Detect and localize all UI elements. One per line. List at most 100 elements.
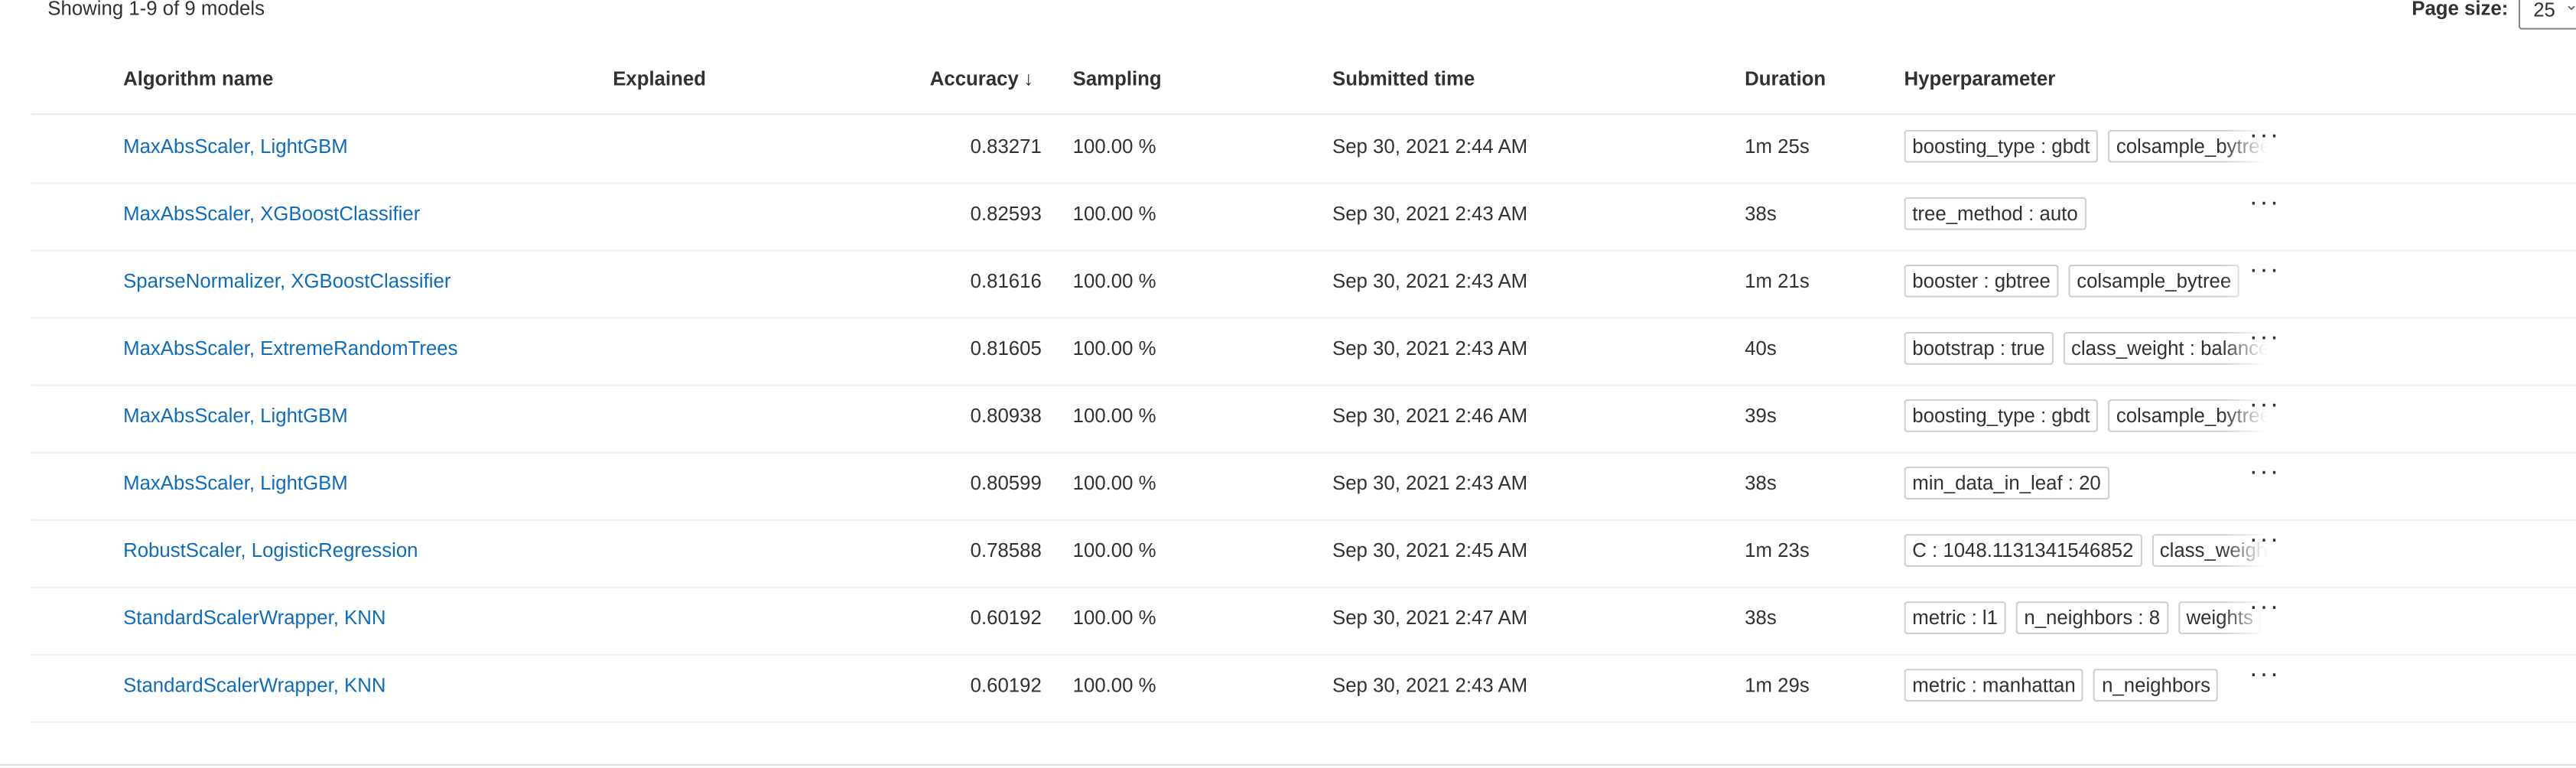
hyperparameter-chip: n_neighbors : 8 <box>2015 601 2168 635</box>
submitted-time-value: Sep 30, 2021 2:44 AM <box>1332 135 1528 158</box>
hyperparameter-chip: boosting_type : gbdt <box>1904 399 2099 432</box>
more-options-icon[interactable]: ··· <box>2249 122 2281 151</box>
table-header: Algorithm name Explained Accuracy ↓ Sampl… <box>31 51 2576 116</box>
sampling-value: 100.00 % <box>1072 606 1156 630</box>
accuracy-value: 0.83271 <box>970 135 1042 158</box>
duration-value: 1m 29s <box>1745 673 1810 697</box>
column-header-submitted-time[interactable]: Submitted time <box>1332 67 1475 90</box>
hyperparameter-chip: metric : manhattan <box>1904 669 2084 702</box>
algorithm-name-link[interactable]: RobustScaler, LogisticRegression <box>123 539 418 562</box>
hyperparameter-chip: C : 1048.1131341546852 <box>1904 534 2142 568</box>
column-header-accuracy[interactable]: Accuracy ↓ <box>930 67 1033 90</box>
more-options-icon[interactable]: ··· <box>2249 593 2281 623</box>
algorithm-name-link[interactable]: StandardScalerWrapper, KNN <box>123 674 385 697</box>
submitted-time-value: Sep 30, 2021 2:45 AM <box>1332 539 1528 562</box>
chevron-down-icon[interactable]: ⌄ <box>2565 0 2576 15</box>
sampling-value: 100.00 % <box>1072 337 1156 360</box>
accuracy-value: 0.80938 <box>970 404 1042 428</box>
table-row[interactable]: StandardScalerWrapper, KNN 0.60192 100.00 … <box>31 587 2576 656</box>
hyperparameter-chip: boosting_type : gbdt <box>1904 129 2099 163</box>
table-row[interactable]: StandardScalerWrapper, KNN 0.60192 100.00 … <box>31 654 2576 724</box>
more-options-icon[interactable]: ··· <box>2249 256 2281 286</box>
accuracy-value: 0.82593 <box>970 202 1042 226</box>
submitted-time-value: Sep 30, 2021 2:43 AM <box>1332 202 1528 226</box>
algorithm-name-link[interactable]: MaxAbsScaler, XGBoostClassifier <box>123 202 420 225</box>
hyperparameter-chip: booster : gbtree <box>1904 264 2059 298</box>
duration-value: 38s <box>1745 606 1777 630</box>
hyperparameter-chips: min_data_in_leaf : 20 <box>1904 467 2266 503</box>
hyperparameter-chips: booster : gbtree colsample_bytree <box>1904 264 2266 301</box>
duration-value: 38s <box>1745 471 1777 495</box>
algorithm-name-link[interactable]: MaxAbsScaler, ExtremeRandomTrees <box>123 337 457 360</box>
page-size-dropdown[interactable]: 25 ⌄ <box>2518 0 2576 30</box>
algorithm-name-link[interactable]: MaxAbsScaler, LightGBM <box>123 135 348 158</box>
table-row[interactable]: MaxAbsScaler, XGBoostClassifier 0.82593 10… <box>31 182 2576 252</box>
more-options-icon[interactable]: ··· <box>2249 660 2281 690</box>
submitted-time-value: Sep 30, 2021 2:47 AM <box>1332 606 1528 630</box>
hyperparameter-chips: bootstrap : true class_weight : balanced <box>1904 331 2266 369</box>
hyperparameter-chips: boosting_type : gbdt colsample_bytree <box>1904 129 2266 166</box>
sampling-value: 100.00 % <box>1072 539 1156 562</box>
column-header-algorithm[interactable]: Algorithm name <box>123 67 273 90</box>
accuracy-value: 0.81605 <box>970 337 1042 360</box>
algorithm-name-link[interactable]: MaxAbsScaler, LightGBM <box>123 471 348 494</box>
hyperparameter-chip: min_data_in_leaf : 20 <box>1904 467 2109 500</box>
table-row[interactable]: MaxAbsScaler, LightGBM 0.80938 100.00 % Sep… <box>31 385 2576 454</box>
algorithm-name-link[interactable]: MaxAbsScaler, LightGBM <box>123 404 348 427</box>
table-row[interactable]: SparseNormalizer, XGBoostClassifier 0.816… <box>31 249 2576 319</box>
sampling-value: 100.00 % <box>1072 202 1156 226</box>
hyperparameter-chip: colsample_bytree <box>2068 264 2239 298</box>
hyperparameter-chip: tree_method : auto <box>1904 197 2086 230</box>
accuracy-value: 0.60192 <box>970 673 1042 697</box>
list-toolbar: Showing 1-9 of 9 models Page size: 25 ⌄ <box>0 0 2576 40</box>
table-row[interactable]: MaxAbsScaler, ExtremeRandomTrees 0.81605 1… <box>31 317 2576 386</box>
hyperparameter-chips: tree_method : auto <box>1904 197 2266 234</box>
column-header-explained[interactable]: Explained <box>613 67 706 90</box>
sampling-value: 100.00 % <box>1072 269 1156 293</box>
algorithm-name-link[interactable]: StandardScalerWrapper, KNN <box>123 607 385 630</box>
hyperparameter-chip: metric : l1 <box>1904 601 2006 635</box>
hyperparameter-chip: n_neighbors <box>2093 669 2219 702</box>
table-row[interactable]: MaxAbsScaler, LightGBM 0.83271 100.00 % Sep… <box>31 115 2576 184</box>
accuracy-value: 0.81616 <box>970 269 1042 293</box>
table-bottom-divider <box>0 763 2576 766</box>
duration-value: 1m 25s <box>1745 135 1810 158</box>
submitted-time-value: Sep 30, 2021 2:43 AM <box>1332 269 1528 293</box>
submitted-time-value: Sep 30, 2021 2:46 AM <box>1332 404 1528 428</box>
result-count: Showing 1-9 of 9 models <box>47 0 265 20</box>
submitted-time-value: Sep 30, 2021 2:43 AM <box>1332 471 1528 495</box>
duration-value: 38s <box>1745 202 1777 226</box>
sampling-value: 100.00 % <box>1072 135 1156 158</box>
models-list-view: Showing 1-9 of 9 models Page size: 25 ⌄ … <box>0 0 2576 767</box>
sampling-value: 100.00 % <box>1072 404 1156 428</box>
accuracy-value: 0.78588 <box>970 539 1042 562</box>
more-options-icon[interactable]: ··· <box>2249 189 2281 219</box>
duration-value: 39s <box>1745 404 1777 428</box>
more-options-icon[interactable]: ··· <box>2249 391 2281 421</box>
page-size-label: Page size: <box>2412 0 2509 20</box>
hyperparameter-chips: metric : l1 n_neighbors : 8 weights <box>1904 601 2266 638</box>
accuracy-value: 0.60192 <box>970 606 1042 630</box>
column-header-duration[interactable]: Duration <box>1745 67 1826 90</box>
duration-value: 1m 23s <box>1745 539 1810 562</box>
hyperparameter-chips: metric : manhattan n_neighbors <box>1904 669 2266 705</box>
column-header-hyperparameter[interactable]: Hyperparameter <box>1904 67 2056 90</box>
sampling-value: 100.00 % <box>1072 471 1156 495</box>
column-header-sampling[interactable]: Sampling <box>1073 67 1162 90</box>
accuracy-value: 0.80599 <box>970 471 1042 495</box>
duration-value: 1m 21s <box>1745 269 1810 293</box>
algorithm-name-link[interactable]: SparseNormalizer, XGBoostClassifier <box>123 269 450 292</box>
more-options-icon[interactable]: ··· <box>2249 526 2281 555</box>
table-row[interactable]: MaxAbsScaler, LightGBM 0.80599 100.00 % Sep… <box>31 452 2576 521</box>
sampling-value: 100.00 % <box>1072 673 1156 697</box>
submitted-time-value: Sep 30, 2021 2:43 AM <box>1332 337 1528 360</box>
duration-value: 40s <box>1745 337 1777 360</box>
page-size-value: 25 <box>2533 0 2555 21</box>
submitted-time-value: Sep 30, 2021 2:43 AM <box>1332 673 1528 697</box>
hyperparameter-chip: bootstrap : true <box>1904 331 2054 365</box>
more-options-icon[interactable]: ··· <box>2249 324 2281 353</box>
sort-descending-icon: ↓ <box>1023 67 1034 91</box>
more-options-icon[interactable]: ··· <box>2249 458 2281 488</box>
hyperparameter-chips: C : 1048.1131341546852 class_weight <box>1904 534 2266 571</box>
table-row[interactable]: RobustScaler, LogisticRegression 0.78588 1… <box>31 519 2576 588</box>
